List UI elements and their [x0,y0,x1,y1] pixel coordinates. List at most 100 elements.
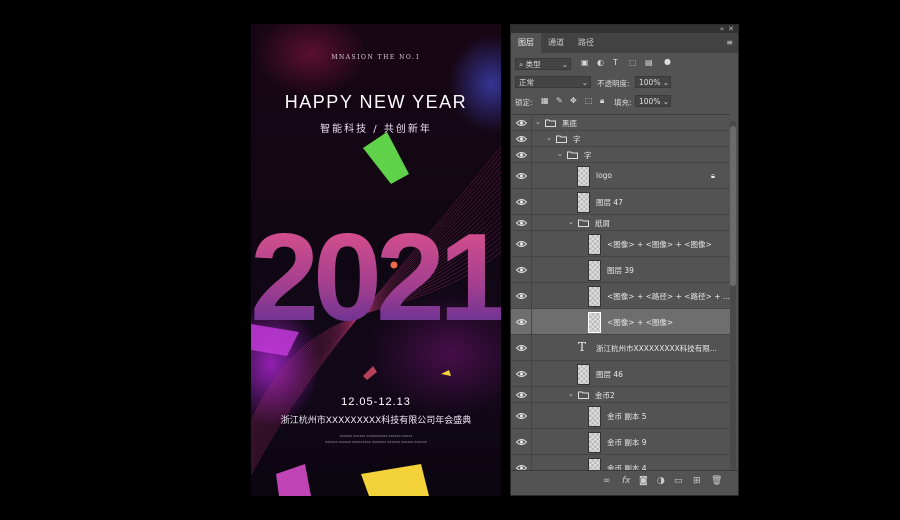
adjustment-layer-icon[interactable]: ◑ [657,476,665,486]
new-group-icon[interactable]: ▭ [674,476,683,486]
layer-name[interactable]: 图层 46 [596,369,623,380]
layer-thumbnail [588,405,601,427]
collapse-icon[interactable]: « [720,25,724,33]
confetti-yellow-small [441,370,451,376]
scroll-thumb[interactable] [730,126,736,286]
visibility-toggle[interactable] [511,387,532,402]
layer-row[interactable]: <图像> + <路径> + <路径> + ... [511,283,730,309]
visibility-toggle[interactable] [511,361,532,386]
visibility-toggle[interactable] [511,231,532,256]
panel-bottom-bar: ∞ fx ◙ ◑ ▭ ⊞ 🗑︎ [511,470,738,495]
layer-name[interactable]: 金币 副本 9 [607,437,647,448]
tab-layers[interactable]: 图层 [511,33,541,53]
layer-thumbnail [588,311,601,333]
visibility-toggle[interactable] [511,283,532,308]
visibility-toggle[interactable] [511,163,532,188]
layer-row[interactable]: 图层 47 [511,189,730,215]
layer-name[interactable]: <图像> + <图像> [607,317,673,328]
chevron-down-icon[interactable]: ⌄ [546,134,552,142]
filter-row: ⌕ 类型 ⌄ ▣ ◐ T ⬚ ▤ ● [511,54,738,73]
filter-kind-select[interactable]: ⌕ 类型 ⌄ [515,58,571,70]
trash-icon[interactable]: 🗑︎ [711,476,722,486]
fill-input[interactable]: 100% ⌄ [635,95,671,107]
eye-icon [515,370,528,378]
filter-smart-object-icon[interactable]: ▤ [645,58,653,67]
layer-name[interactable]: 图层 39 [607,265,634,276]
close-icon[interactable]: ✕ [728,25,734,33]
lock-pixels-icon[interactable]: ✎ [556,96,563,105]
filter-shape-icon[interactable]: ⬚ [629,58,637,67]
layer-name[interactable]: 浙江杭州市XXXXXXXXX科技有限... [596,343,717,354]
folder-icon [578,219,589,227]
blend-mode-select[interactable]: 正常 ⌄ [515,76,591,88]
tab-paths[interactable]: 路径 [571,33,601,53]
visibility-toggle[interactable] [511,147,532,162]
visibility-toggle[interactable] [511,131,532,146]
chevron-down-icon[interactable]: ⌄ [568,218,574,226]
layer-row[interactable]: 图层 46 [511,361,730,387]
layers-scrollbar[interactable] [730,121,736,471]
layer-row[interactable]: 图层 39 [511,257,730,283]
panel-tabs: 图层 通道 路径 ≡ [511,33,738,53]
layer-thumbnail [577,165,590,187]
layer-name[interactable]: 字 [584,150,592,161]
lock-position-icon[interactable]: ✥ [570,96,577,105]
tab-channels[interactable]: 通道 [541,33,571,53]
visibility-toggle[interactable] [511,257,532,282]
fx-icon[interactable]: fx [622,476,631,486]
visibility-toggle[interactable] [511,309,532,334]
layer-name[interactable]: <图像> + <图像> + <图像> [607,239,712,250]
eye-icon [515,266,528,274]
poster-canvas[interactable]: 2021 MNASION THE NO.1 HAPPY NEW YEAR 智能科… [251,24,501,496]
layer-name[interactable]: <图像> + <路径> + <路径> + ... [607,291,730,302]
layer-name[interactable]: 金币2 [595,390,615,401]
layer-row[interactable]: T 浙江杭州市XXXXXXXXX科技有限... [511,335,730,361]
layer-row[interactable]: 金币 副本 9 [511,429,730,455]
visibility-toggle[interactable] [511,429,532,454]
visibility-toggle[interactable] [511,115,532,130]
chevron-down-icon: ⌄ [662,97,669,106]
new-layer-icon[interactable]: ⊞ [693,476,701,486]
layer-group-row[interactable]: ⌄ 字 [511,147,730,163]
link-layers-icon[interactable]: ∞ [603,476,611,486]
chevron-down-icon[interactable]: ⌄ [568,390,574,398]
layer-name[interactable]: 金币 副本 5 [607,411,647,422]
lock-transparency-icon[interactable]: ▦ [541,96,549,105]
layer-group-row[interactable]: ⌄ 黑底 [511,115,730,131]
layer-name[interactable]: 黑底 [562,118,577,129]
poster-small-text-2: xxxxxx xxxxxx xxxxxxxxx xxxxxxx xxxxxx x… [325,440,427,444]
layer-row[interactable]: logo 🔒︎ [511,163,730,189]
layer-name[interactable]: 纸屑 [595,218,610,229]
eye-icon [515,344,528,352]
layer-name[interactable]: 图层 47 [596,197,623,208]
filter-adjustment-icon[interactable]: ◐ [597,58,604,67]
eye-icon [515,198,528,206]
layer-group-row[interactable]: ⌄ 纸屑 [511,215,730,231]
lock-artboard-icon[interactable]: ⬚ [585,96,593,105]
panel-menu-icon[interactable]: ≡ [726,33,733,53]
chevron-down-icon[interactable]: ⌄ [557,150,563,158]
layer-row[interactable]: 金币 副本 5 [511,403,730,429]
visibility-toggle[interactable] [511,403,532,428]
visibility-toggle[interactable] [511,189,532,214]
visibility-toggle[interactable] [511,335,532,360]
filter-toggle-icon[interactable]: ● [664,57,671,66]
filter-pixel-icon[interactable]: ▣ [581,58,589,67]
add-mask-icon[interactable]: ◙ [639,476,648,486]
eye-icon [515,240,528,248]
eye-icon [515,219,528,227]
layer-thumbnail [577,363,590,385]
layer-row[interactable]: <图像> + <图像> + <图像> [511,231,730,257]
chevron-down-icon[interactable]: ⌄ [535,118,541,126]
layer-group-row[interactable]: ⌄ 字 [511,131,730,147]
layer-name[interactable]: logo [596,171,612,180]
layer-thumbnail [577,191,590,213]
layer-name[interactable]: 字 [573,134,581,145]
visibility-toggle[interactable] [511,215,532,230]
eye-icon [515,318,528,326]
layer-row[interactable]: <图像> + <图像> [511,309,730,335]
filter-type-icon[interactable]: T [613,58,618,67]
layer-group-row[interactable]: ⌄ 金币2 [511,387,730,403]
lock-all-icon[interactable]: 🔒︎ [600,96,604,106]
opacity-input[interactable]: 100% ⌄ [635,76,671,88]
